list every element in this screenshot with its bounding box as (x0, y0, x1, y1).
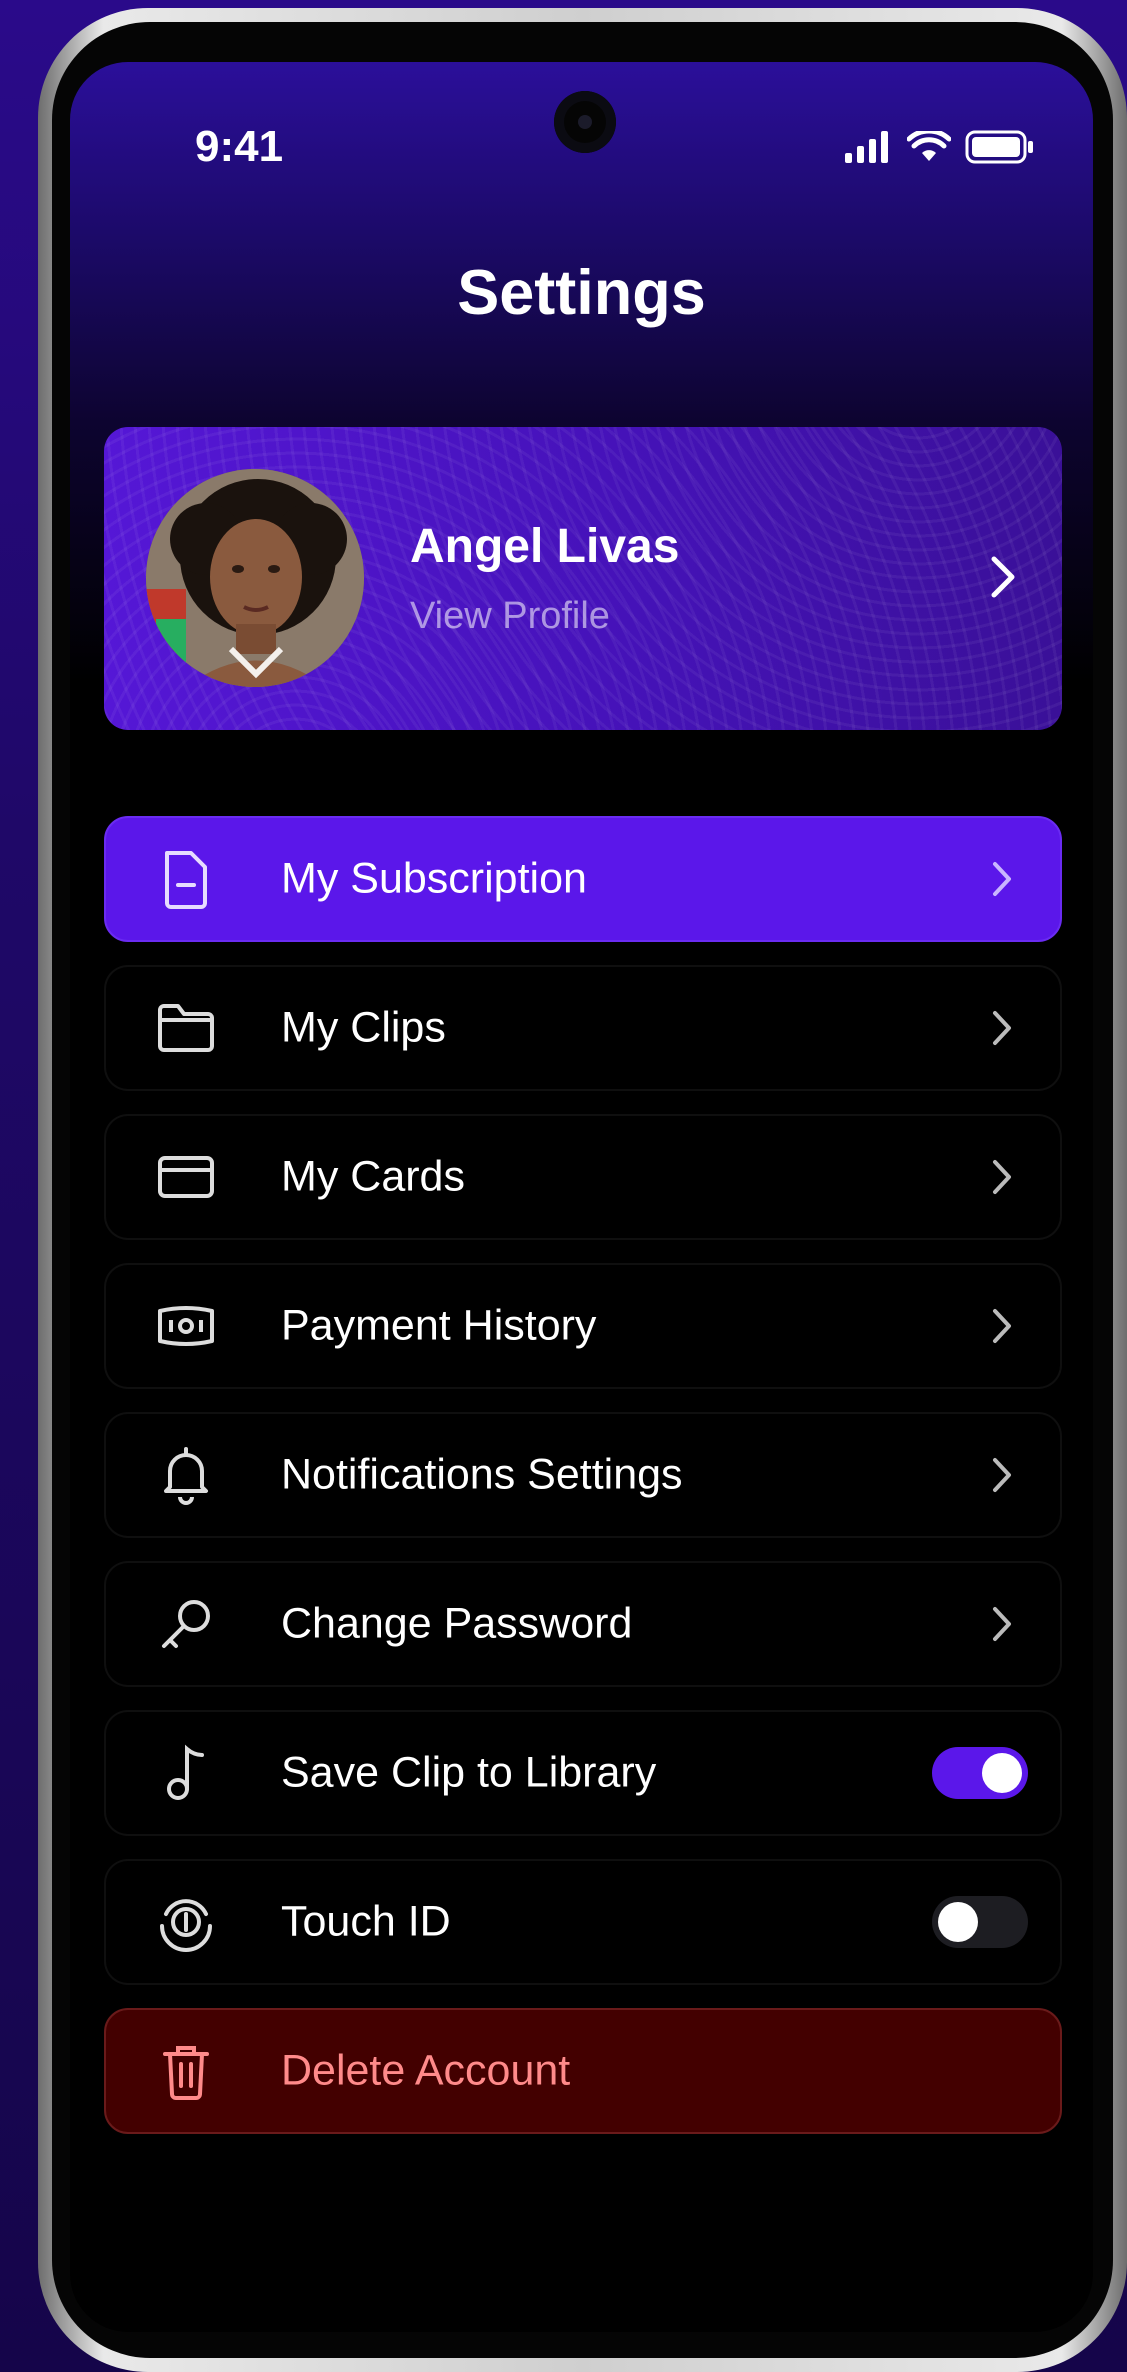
menu-item-touch-id[interactable]: Touch ID (104, 1859, 1062, 1985)
document-icon (156, 849, 216, 909)
toggle-knob (982, 1753, 1022, 1793)
chevron-right-icon (991, 556, 1015, 598)
chevron-right-icon (993, 1309, 1011, 1343)
avatar (146, 469, 364, 687)
toggle-knob (938, 1902, 978, 1942)
credit-card-icon (156, 1147, 216, 1207)
front-camera (554, 91, 616, 153)
chevron-right-icon (993, 1607, 1011, 1641)
status-time: 9:41 (195, 122, 284, 171)
menu-item-label: My Subscription (281, 854, 587, 903)
profile-name: Angel Livas (410, 520, 680, 573)
wifi-icon (907, 131, 951, 161)
menu-item-label: My Clips (281, 1003, 446, 1052)
settings-menu: My Subscription My Clips My Cards Paymen… (104, 816, 1062, 2157)
phone-screen: 9:41 Settings Angel Livas View Profile M… (70, 62, 1093, 2332)
chevron-right-icon (993, 862, 1011, 896)
menu-item-label: Touch ID (281, 1897, 451, 1946)
delete-account-label: Delete Account (281, 2046, 571, 2095)
view-profile-link[interactable]: View Profile (410, 595, 610, 638)
menu-item-my-cards[interactable]: My Cards (104, 1114, 1062, 1240)
battery-icon (965, 130, 1033, 164)
menu-item-label: My Cards (281, 1152, 465, 1201)
save-clip-toggle[interactable] (932, 1747, 1028, 1799)
menu-item-change-password[interactable]: Change Password (104, 1561, 1062, 1687)
fingerprint-icon (156, 1892, 216, 1952)
status-icons (843, 130, 1035, 164)
menu-item-payment-history[interactable]: Payment History (104, 1263, 1062, 1389)
menu-item-label: Change Password (281, 1599, 633, 1648)
menu-item-label: Payment History (281, 1301, 597, 1350)
key-icon (156, 1594, 216, 1654)
menu-item-label: Notifications Settings (281, 1450, 683, 1499)
music-note-icon (156, 1743, 216, 1803)
chevron-right-icon (993, 1011, 1011, 1045)
delete-account-button[interactable]: Delete Account (104, 2008, 1062, 2134)
chevron-right-icon (993, 1160, 1011, 1194)
folder-icon (156, 998, 216, 1058)
page-title: Settings (457, 258, 706, 328)
menu-item-notifications-settings[interactable]: Notifications Settings (104, 1412, 1062, 1538)
menu-item-save-clip-to-library[interactable]: Save Clip to Library (104, 1710, 1062, 1836)
menu-item-my-clips[interactable]: My Clips (104, 965, 1062, 1091)
menu-item-my-subscription[interactable]: My Subscription (104, 816, 1062, 942)
phone-frame: 9:41 Settings Angel Livas View Profile M… (38, 8, 1127, 2372)
bell-icon (156, 1445, 216, 1505)
touch-id-toggle[interactable] (932, 1896, 1028, 1948)
chevron-right-icon (993, 1458, 1011, 1492)
menu-item-label: Save Clip to Library (281, 1748, 657, 1797)
signal-icon (845, 131, 888, 163)
trash-icon (156, 2041, 216, 2101)
banknote-icon (156, 1296, 216, 1356)
profile-card[interactable]: Angel Livas View Profile (104, 427, 1062, 730)
